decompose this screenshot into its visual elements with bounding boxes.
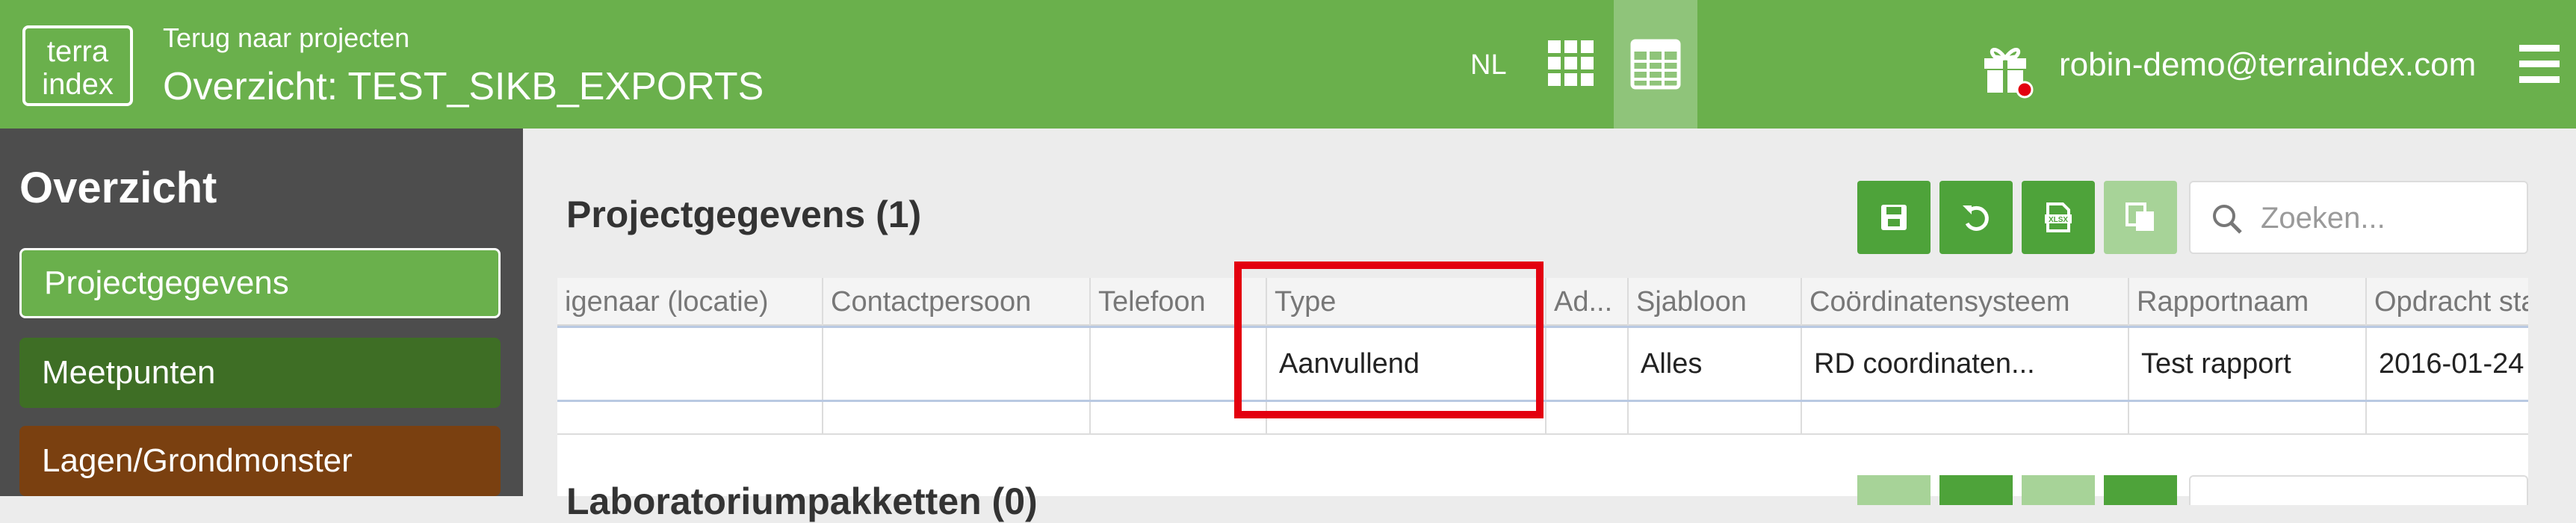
table-cell-sjabloon[interactable]: Alles [1629, 328, 1802, 400]
main-content: Projectgegevens (1) XLSX Zoeken... igena… [523, 129, 2576, 522]
page-title: Overzicht: TEST_SIKB_EXPORTS [163, 65, 764, 108]
save-icon [1881, 205, 1907, 230]
gift-icon[interactable] [1981, 39, 2034, 99]
table-cell-coordinatensysteem[interactable]: RD coordinaten... [1802, 328, 2129, 400]
table-cell-empty [1802, 402, 2129, 435]
sidebar-item-meetpunten[interactable]: Meetpunten [19, 338, 501, 408]
search-box[interactable] [2189, 181, 2528, 254]
hamburger-menu-icon[interactable] [2518, 42, 2561, 87]
save-button[interactable] [1857, 181, 1931, 254]
table-cell[interactable] [823, 328, 1091, 400]
sidebar-item-lagen-grondmonster[interactable]: Lagen/Grondmonster [19, 426, 501, 496]
table-cell-empty [2129, 402, 2367, 435]
next-toolbar-button[interactable] [2022, 475, 2095, 505]
svg-text:index: index [42, 68, 114, 101]
table-view-tab[interactable] [1614, 0, 1697, 129]
section-title: Projectgegevens (1) [566, 194, 922, 235]
column-header-rapportnaam[interactable]: Rapportnaam [2129, 278, 2367, 326]
terraindex-logo[interactable]: terra index [22, 25, 133, 106]
table-cell[interactable] [557, 328, 823, 400]
column-header-opdracht-start[interactable]: Opdracht sta [2367, 278, 2528, 326]
table-cell-empty [1629, 402, 1802, 435]
top-bar: terra index Terug naar projecten Overzic… [0, 0, 2576, 129]
table-cell-empty [557, 402, 823, 435]
next-section-title: Laboratoriumpakketten (0) [566, 480, 1038, 522]
highlight-annotation-box [1234, 262, 1544, 418]
copy-button[interactable] [2104, 181, 2177, 254]
export-xlsx-button[interactable]: XLSX [2022, 181, 2095, 254]
column-header-contactpersoon[interactable]: Contactpersoon [823, 278, 1091, 326]
table-view-icon [1630, 39, 1681, 90]
undo-button[interactable] [1939, 181, 2013, 254]
sidebar-heading: Overzicht [19, 164, 217, 212]
undo-icon [1963, 205, 1989, 231]
column-header-sjabloon[interactable]: Sjabloon [1629, 278, 1802, 326]
sidebar-item-projectgegevens[interactable]: Projectgegevens [19, 248, 501, 318]
table-cell-opdracht-start[interactable]: 2016-01-24 [2367, 328, 2528, 400]
table-cell-empty [823, 402, 1091, 435]
copy-icon [2125, 202, 2154, 231]
column-header-coordinatensysteem[interactable]: Coördinatensysteem [1802, 278, 2129, 326]
search-icon [2213, 205, 2242, 234]
svg-text:terra: terra [47, 35, 109, 68]
search-input[interactable] [2261, 197, 2515, 239]
language-selector[interactable]: NL [1470, 49, 1507, 81]
column-header-adres[interactable]: Ad... [1546, 278, 1629, 326]
next-toolbar-button[interactable] [2104, 475, 2177, 505]
svg-text:XLSX: XLSX [2049, 216, 2068, 224]
next-search-box[interactable] [2189, 475, 2528, 505]
table-cell-empty [1546, 402, 1629, 435]
next-toolbar-button[interactable] [1857, 475, 1931, 505]
table-cell-rapportnaam[interactable]: Test rapport [2129, 328, 2367, 400]
table-cell[interactable] [1546, 328, 1629, 400]
user-email[interactable]: robin-demo@terraindex.com [2059, 46, 2476, 84]
grid-view-icon[interactable] [1546, 39, 1596, 88]
xlsx-export-icon: XLSX [2045, 202, 2072, 232]
column-header-eigenaar-locatie[interactable]: igenaar (locatie) [557, 278, 823, 326]
sidebar: Overzicht Projectgegevens Meetpunten Lag… [0, 129, 523, 496]
back-to-projects-link[interactable]: Terug naar projecten [163, 22, 409, 54]
next-toolbar-button[interactable] [1939, 475, 2013, 505]
